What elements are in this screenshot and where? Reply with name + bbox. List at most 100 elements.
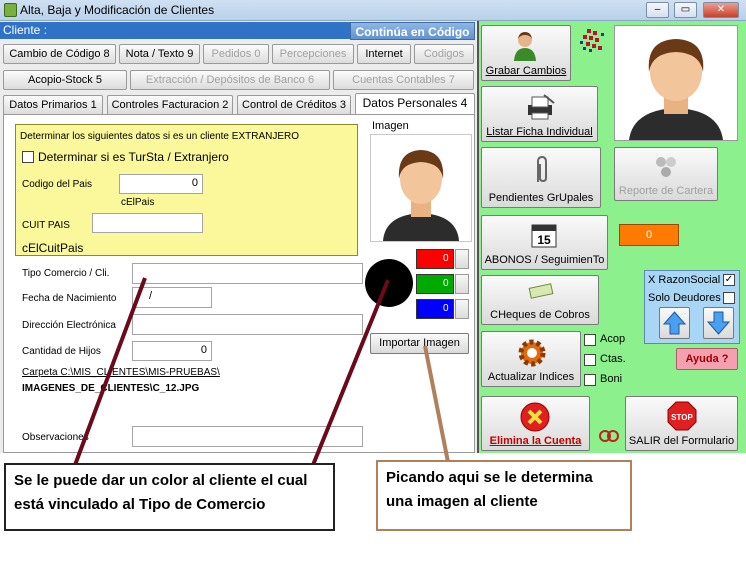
tab-nota-texto[interactable]: Nota / Texto 9	[119, 44, 200, 64]
report-icon	[656, 157, 676, 177]
codigo-pais-label: Codigo del Pais	[22, 179, 93, 190]
codigo-pais-input[interactable]: 0	[119, 174, 203, 194]
tab-internet[interactable]: Internet	[357, 44, 411, 64]
extranjero-checkbox[interactable]	[22, 151, 34, 163]
ctas-checkbox[interactable]	[584, 354, 596, 366]
sort-up-button[interactable]	[659, 307, 690, 339]
tab-extraccion-depositos[interactable]: Extracción / Depósitos de Banco 6	[130, 70, 330, 90]
importar-imagen-button[interactable]: Importar Imagen	[370, 333, 469, 354]
minimize-button[interactable]: –	[646, 2, 669, 18]
blue-value: 0	[443, 303, 449, 314]
boni-checkbox[interactable]	[584, 374, 596, 386]
acop-checkbox[interactable]	[584, 334, 596, 346]
abonos-label: ABONOS / SeguimienTo	[484, 254, 605, 266]
fecha-nacimiento-input[interactable]: /	[132, 287, 212, 308]
linked-icon	[599, 428, 619, 444]
hijos-label: Cantidad de Hijos	[22, 346, 101, 357]
razon-social-checkbox[interactable]: ✓	[723, 274, 735, 286]
cuit-pais-input[interactable]	[92, 213, 203, 233]
pendientes-grupales-button[interactable]: Pendientes GrUpales	[481, 147, 601, 208]
tab-acopio-stock[interactable]: Acopio-Stock 5	[3, 70, 127, 90]
restore-button[interactable]: ▭	[674, 2, 697, 18]
tab-pedidos[interactable]: Pedidos 0	[203, 44, 269, 64]
client-photo	[370, 134, 472, 242]
window-title: Alta, Baja y Modificación de Clientes	[20, 3, 215, 17]
cheques-label: CHeques de Cobros	[490, 309, 590, 321]
arrow-down-icon	[706, 311, 731, 335]
person-avatar-large-icon	[629, 39, 723, 140]
red-value: 0	[443, 253, 449, 264]
direccion-label: Dirección Electrónica	[22, 320, 116, 331]
app-logo-icon	[577, 27, 607, 55]
salir-label: SALIR del Formulario	[628, 435, 735, 447]
green-value: 0	[443, 278, 449, 289]
tab-percepciones[interactable]: Percepciones	[272, 44, 354, 64]
cliente-bar	[0, 22, 350, 39]
tab-cambio-codigo[interactable]: Cambio de Código 8	[3, 44, 116, 64]
listar-ficha-label: Listar Ficha Individual	[486, 126, 593, 138]
tab-codigos[interactable]: Codigos	[414, 44, 474, 64]
ctas-label: Ctas.	[600, 353, 626, 365]
razon-social-label: X RazonSocial	[648, 274, 721, 286]
orange-counter: 0	[619, 224, 679, 246]
arrow-up-icon	[662, 311, 687, 335]
ayuda-button[interactable]: Ayuda ?	[676, 348, 738, 370]
tab-cuentas-contables[interactable]: Cuentas Contables 7	[333, 70, 474, 90]
calendar-icon: 15	[531, 224, 557, 248]
callout-color-note: Se le puede dar un color al cliente el c…	[4, 463, 335, 531]
fecha-nacimiento-label: Fecha de Nacimiento	[22, 293, 117, 304]
listar-ficha-button[interactable]: Listar Ficha Individual	[481, 86, 598, 142]
close-button[interactable]: ✕	[703, 2, 739, 18]
observaciones-input[interactable]	[132, 426, 363, 447]
elimina-label: Elimina la Cuenta	[489, 435, 582, 447]
paperclip-icon	[537, 155, 547, 183]
cheques-cobros-button[interactable]: CHeques de Cobros	[481, 275, 599, 325]
tab-control-creditos[interactable]: Control de Créditos 3	[237, 95, 351, 115]
tab-controles-facturacion[interactable]: Controles Facturacion 2	[107, 95, 233, 115]
actualizar-indices-button[interactable]: Actualizar Indices	[481, 331, 581, 387]
printer-icon	[528, 94, 555, 120]
solo-deudores-checkbox[interactable]	[723, 292, 735, 304]
extranjero-heading: Determinar los siguientes datos si es un…	[20, 131, 300, 142]
pendientes-grupales-label: Pendientes GrUpales	[488, 192, 594, 204]
cuit-pais-label: CUIT PAIS	[22, 220, 70, 231]
continua-en-codigo-button[interactable]: Continúa en Código	[350, 22, 475, 40]
client-color-circle	[365, 259, 413, 307]
gear-icon	[518, 339, 546, 367]
person-avatar-icon	[383, 150, 459, 241]
delete-icon	[520, 402, 550, 432]
tipo-comercio-input[interactable]	[132, 263, 363, 284]
extranjero-checkbox-label: Determinar si es TurSta / Extranjero	[38, 150, 229, 164]
acop-label: Acop	[600, 333, 626, 345]
elimina-cuenta-button[interactable]: Elimina la Cuenta	[481, 396, 590, 451]
sort-down-button[interactable]	[703, 307, 734, 339]
blue-spinner[interactable]	[455, 299, 469, 319]
tab-datos-personales[interactable]: Datos Personales 4	[355, 93, 475, 115]
abonos-seguimiento-button[interactable]: 15 ABONOS / SeguimienTo	[481, 215, 608, 270]
direccion-input[interactable]	[132, 314, 363, 335]
carpeta-link[interactable]: Carpeta C:\MIS_CLIENTES\MIS-PRUEBAS\	[22, 367, 220, 378]
green-spinner[interactable]	[455, 274, 469, 294]
imagen-label: Imagen	[372, 120, 409, 132]
solo-deudores-label: Solo Deudores	[648, 292, 721, 304]
calendar-day: 15	[537, 233, 551, 247]
cel-pais-text: cElPais	[121, 197, 155, 208]
grabar-cambios-button[interactable]: Grabar Cambios	[481, 25, 571, 81]
tipo-comercio-label: Tipo Comercio / Cli.	[22, 268, 110, 279]
reporte-cartera-button[interactable]: Reporte de Cartera	[614, 147, 718, 201]
stop-icon: STOP	[667, 401, 697, 431]
red-spinner[interactable]	[455, 249, 469, 269]
cel-cuit-pais-text: cElCuitPais	[22, 241, 84, 255]
user-save-icon	[514, 32, 536, 61]
large-client-photo	[614, 25, 738, 141]
hijos-input[interactable]: 0	[132, 341, 212, 361]
imagen-path: IMAGENES_DE_CLIENTES\C_12.JPG	[22, 383, 200, 394]
tab-datos-primarios[interactable]: Datos Primarios 1	[3, 95, 103, 115]
cheque-icon	[528, 283, 554, 299]
observaciones-label: Observaciones	[22, 432, 89, 443]
actualizar-label: Actualizar Indices	[487, 371, 575, 383]
stop-text: STOP	[671, 413, 693, 422]
grabar-cambios-label: Grabar Cambios	[485, 65, 567, 77]
salir-formulario-button[interactable]: STOP SALIR del Formulario	[625, 396, 738, 451]
callout-imagen-note: Picando aqui se le determina una imagen …	[376, 460, 632, 531]
